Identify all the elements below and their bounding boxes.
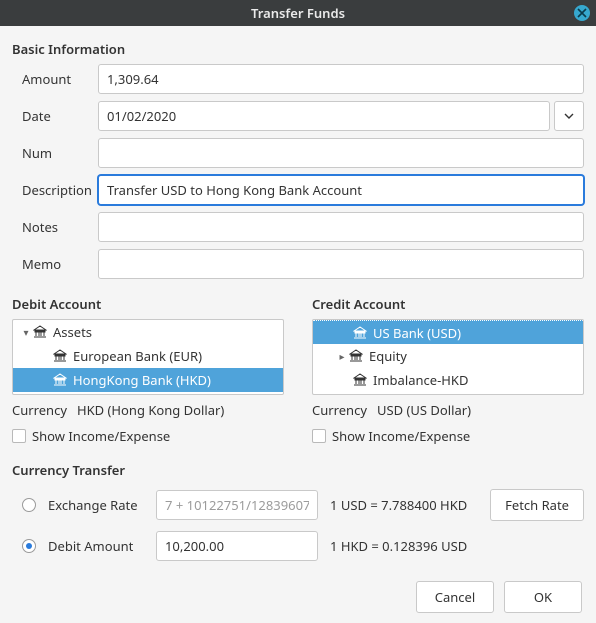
tree-row[interactable]: HongKong Bank (HKD) bbox=[13, 368, 283, 392]
debit-amount-input[interactable] bbox=[156, 531, 318, 561]
credit-show-ie-label: Show Income/Expense bbox=[332, 427, 470, 445]
debit-account-heading: Debit Account bbox=[12, 295, 284, 313]
exchange-rate-input[interactable] bbox=[156, 490, 318, 520]
memo-label: Memo bbox=[12, 255, 98, 273]
tree-item-label: Assets bbox=[53, 323, 92, 341]
tree-row[interactable]: Imbalance-HKD bbox=[313, 368, 583, 392]
close-button[interactable] bbox=[574, 5, 590, 21]
credit-account-tree[interactable]: US Bank (USD) ▸ Equity Imbalance-HKD bbox=[312, 319, 584, 395]
basic-info-heading: Basic Information bbox=[12, 40, 584, 58]
currency-transfer-heading: Currency Transfer bbox=[12, 461, 584, 479]
bank-icon bbox=[33, 325, 47, 339]
tree-row[interactable]: US Bank (USD) bbox=[313, 320, 583, 344]
credit-account-heading: Credit Account bbox=[312, 295, 584, 313]
bank-icon bbox=[353, 326, 367, 340]
notes-input[interactable] bbox=[98, 212, 584, 242]
tree-item-label: Imbalance-HKD bbox=[373, 371, 468, 389]
bank-icon bbox=[349, 349, 363, 363]
debit-currency-label: Currency bbox=[12, 401, 67, 419]
debit-account-tree[interactable]: ▾ Assets European Bank (EUR) HongKong Ba… bbox=[12, 319, 284, 395]
amount-label: Amount bbox=[12, 70, 98, 88]
titlebar: Transfer Funds bbox=[0, 0, 596, 26]
close-icon bbox=[577, 8, 587, 18]
credit-currency-value: USD (US Dollar) bbox=[377, 401, 471, 419]
bank-icon bbox=[53, 373, 67, 387]
exchange-rate-label: Exchange Rate bbox=[48, 496, 144, 514]
tree-item-label: HongKong Bank (HKD) bbox=[73, 371, 211, 389]
fetch-rate-button[interactable]: Fetch Rate bbox=[490, 489, 584, 521]
description-input[interactable] bbox=[98, 175, 584, 205]
tree-item-label: Equity bbox=[369, 347, 407, 365]
debit-show-ie-checkbox[interactable] bbox=[12, 429, 26, 443]
bank-icon bbox=[353, 373, 367, 387]
memo-input[interactable] bbox=[98, 249, 584, 279]
date-input[interactable] bbox=[98, 101, 550, 131]
tree-expand-icon[interactable]: ▸ bbox=[335, 349, 349, 363]
cancel-button[interactable]: Cancel bbox=[416, 581, 494, 613]
debit-amount-radio[interactable] bbox=[22, 539, 36, 553]
amount-input[interactable] bbox=[98, 64, 584, 94]
bank-icon bbox=[53, 349, 67, 363]
tree-row[interactable]: ▾ Assets bbox=[13, 320, 283, 344]
date-picker-button[interactable] bbox=[554, 101, 584, 131]
description-label: Description bbox=[12, 181, 98, 199]
date-label: Date bbox=[12, 107, 98, 125]
notes-label: Notes bbox=[12, 218, 98, 236]
debit-show-ie-label: Show Income/Expense bbox=[32, 427, 170, 445]
ok-button[interactable]: OK bbox=[504, 581, 582, 613]
window-title: Transfer Funds bbox=[251, 4, 345, 22]
chevron-down-icon bbox=[564, 111, 574, 121]
credit-currency-label: Currency bbox=[312, 401, 367, 419]
credit-show-ie-checkbox[interactable] bbox=[312, 429, 326, 443]
tree-collapse-icon[interactable]: ▾ bbox=[19, 325, 33, 339]
tree-item-label: European Bank (EUR) bbox=[73, 347, 202, 365]
tree-item-label: US Bank (USD) bbox=[373, 324, 461, 342]
num-label: Num bbox=[12, 144, 98, 162]
debit-amount-hint: 1 HKD = 0.128396 USD bbox=[330, 537, 584, 555]
debit-amount-label: Debit Amount bbox=[48, 537, 144, 555]
num-input[interactable] bbox=[98, 138, 584, 168]
tree-row[interactable]: European Bank (EUR) bbox=[13, 344, 283, 368]
debit-currency-value: HKD (Hong Kong Dollar) bbox=[77, 401, 224, 419]
exchange-rate-radio[interactable] bbox=[22, 498, 36, 512]
exchange-rate-hint: 1 USD = 7.788400 HKD bbox=[330, 496, 478, 514]
tree-row[interactable]: ▸ Equity bbox=[313, 344, 583, 368]
